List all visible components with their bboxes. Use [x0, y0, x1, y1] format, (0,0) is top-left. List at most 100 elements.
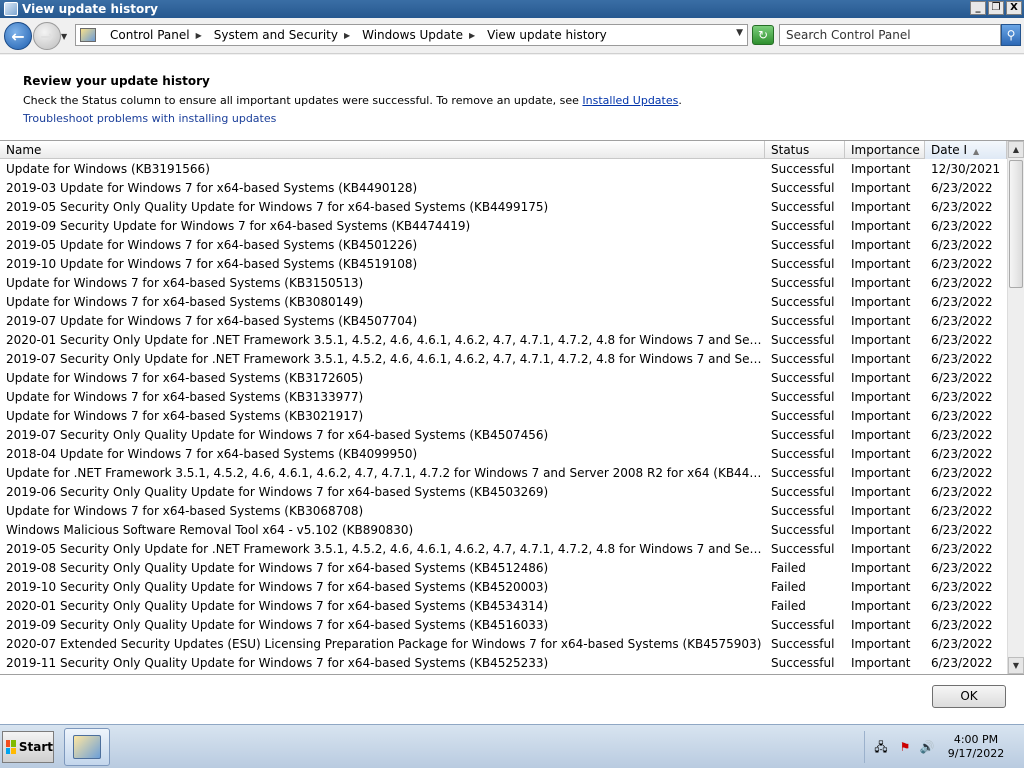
vertical-scrollbar[interactable]: ▲ ▼: [1007, 141, 1024, 674]
cell-status: Successful: [771, 542, 835, 556]
clock-date: 9/17/2022: [947, 747, 1005, 760]
chevron-right-icon[interactable]: ▶: [344, 31, 350, 40]
close-button[interactable]: X: [1006, 1, 1022, 15]
cell-date: 6/23/2022: [931, 352, 993, 366]
installed-updates-link[interactable]: Installed Updates: [582, 94, 678, 107]
cell-importance: Important: [851, 257, 911, 271]
search-button[interactable]: ⚲: [1001, 24, 1021, 46]
table-row[interactable]: 2019-07 Security Only Quality Update for…: [0, 426, 1007, 445]
table-row[interactable]: 2018-04 Update for Windows 7 for x64-bas…: [0, 445, 1007, 464]
cell-status: Failed: [771, 599, 806, 613]
control-panel-icon: [73, 735, 101, 759]
troubleshoot-link[interactable]: Troubleshoot problems with installing up…: [23, 112, 276, 125]
cell-date: 6/23/2022: [931, 409, 993, 423]
breadcrumb-item[interactable]: View update history: [487, 28, 607, 42]
taskbar: Start 🖧 ⚑ 🔊 4:00 PM 9/17/2022: [0, 724, 1024, 768]
table-row[interactable]: Windows Malicious Software Removal Tool …: [0, 521, 1007, 540]
table-row[interactable]: Update for Windows 7 for x64-based Syste…: [0, 369, 1007, 388]
cell-date: 6/23/2022: [931, 580, 993, 594]
cell-name: 2019-07 Security Only Update for .NET Fr…: [6, 352, 765, 366]
cell-name: 2019-05 Security Only Update for .NET Fr…: [6, 542, 765, 556]
restore-button[interactable]: ❐: [988, 1, 1004, 15]
cell-status: Successful: [771, 485, 835, 499]
cell-status: Successful: [771, 618, 835, 632]
table-row[interactable]: 2019-11 Security Only Quality Update for…: [0, 654, 1007, 673]
table-row[interactable]: 2019-05 Security Only Quality Update for…: [0, 198, 1007, 217]
table-row[interactable]: Update for Windows 7 for x64-based Syste…: [0, 388, 1007, 407]
table-row[interactable]: 2019-07 Security Only Update for .NET Fr…: [0, 350, 1007, 369]
back-button[interactable]: ←: [4, 22, 32, 50]
action-center-icon[interactable]: ⚑: [897, 740, 913, 755]
cell-importance: Important: [851, 618, 911, 632]
cell-date: 6/23/2022: [931, 599, 993, 613]
table-row[interactable]: 2019-10 Security Only Quality Update for…: [0, 578, 1007, 597]
refresh-icon: ↻: [757, 28, 769, 42]
table-row[interactable]: 2020-01 Security Only Update for .NET Fr…: [0, 331, 1007, 350]
search-input[interactable]: Search Control Panel: [779, 24, 1001, 46]
address-bar[interactable]: Control Panel ▶ System and Security ▶ Wi…: [75, 24, 748, 46]
ok-button[interactable]: OK: [932, 685, 1006, 708]
cell-name: 2019-10 Update for Windows 7 for x64-bas…: [6, 257, 418, 271]
taskbar-item-control-panel[interactable]: [64, 728, 110, 766]
breadcrumb-item[interactable]: Control Panel ▶: [110, 28, 208, 42]
chevron-right-icon[interactable]: ▶: [196, 31, 202, 40]
column-header-status[interactable]: Status: [765, 141, 845, 159]
cell-date: 6/23/2022: [931, 542, 993, 556]
table-row[interactable]: Update for Windows 7 for x64-based Syste…: [0, 274, 1007, 293]
table-row[interactable]: 2019-07 Update for Windows 7 for x64-bas…: [0, 312, 1007, 331]
cell-importance: Important: [851, 542, 911, 556]
chevron-down-icon[interactable]: ▼: [736, 28, 743, 38]
cell-date: 6/23/2022: [931, 523, 993, 537]
table-row[interactable]: 2019-06 Security Only Quality Update for…: [0, 483, 1007, 502]
cell-name: 2020-01 Security Only Update for .NET Fr…: [6, 333, 765, 347]
cell-name: 2019-05 Update for Windows 7 for x64-bas…: [6, 238, 418, 252]
table-row[interactable]: 2019-09 Security Update for Windows 7 fo…: [0, 217, 1007, 236]
forward-button[interactable]: →: [33, 22, 61, 50]
table-row[interactable]: Update for .NET Framework 3.5.1, 4.5.2, …: [0, 464, 1007, 483]
recent-pages-dropdown[interactable]: ▼: [61, 32, 67, 41]
cell-importance: Important: [851, 447, 911, 461]
minimize-button[interactable]: _: [970, 1, 986, 15]
cell-status: Successful: [771, 181, 835, 195]
table-row[interactable]: 2020-07 Extended Security Updates (ESU) …: [0, 635, 1007, 654]
table-row[interactable]: 2019-09 Security Only Quality Update for…: [0, 616, 1007, 635]
scroll-up-button[interactable]: ▲: [1008, 141, 1024, 158]
table-row[interactable]: 2019-03 Update for Windows 7 for x64-bas…: [0, 179, 1007, 198]
table-row[interactable]: 2019-05 Update for Windows 7 for x64-bas…: [0, 236, 1007, 255]
volume-icon[interactable]: 🔊: [919, 740, 935, 755]
cell-importance: Important: [851, 428, 911, 442]
table-row[interactable]: Update for Windows 7 for x64-based Syste…: [0, 293, 1007, 312]
start-button[interactable]: Start: [2, 731, 54, 763]
cell-status: Successful: [771, 428, 835, 442]
cell-date: 6/23/2022: [931, 447, 993, 461]
table-row[interactable]: Update for Windows (KB3191566) Successful…: [0, 160, 1007, 179]
refresh-button[interactable]: ↻: [752, 25, 774, 45]
address-toolbar: ← → ▼ Control Panel ▶ System and Securit…: [0, 18, 1024, 54]
cell-importance: Important: [851, 599, 911, 613]
cell-status: Successful: [771, 409, 835, 423]
table-row[interactable]: 2020-01 Security Only Quality Update for…: [0, 597, 1007, 616]
chevron-right-icon[interactable]: ▶: [469, 31, 475, 40]
table-row[interactable]: Update for Windows 7 for x64-based Syste…: [0, 502, 1007, 521]
cell-importance: Important: [851, 466, 911, 480]
cell-importance: Important: [851, 485, 911, 499]
network-icon[interactable]: 🖧: [873, 740, 889, 755]
table-row[interactable]: Update for Windows 7 for x64-based Syste…: [0, 407, 1007, 426]
cell-importance: Important: [851, 314, 911, 328]
table-row[interactable]: 2019-08 Security Only Quality Update for…: [0, 559, 1007, 578]
breadcrumb-item[interactable]: System and Security ▶: [214, 28, 356, 42]
table-body: Update for Windows (KB3191566) Successful…: [0, 160, 1007, 673]
sort-up-icon: ▲: [973, 147, 980, 156]
cell-date: 6/23/2022: [931, 637, 993, 651]
table-row[interactable]: 2019-10 Update for Windows 7 for x64-bas…: [0, 255, 1007, 274]
cell-date: 6/23/2022: [931, 295, 993, 309]
column-header-importance[interactable]: Importance: [845, 141, 925, 159]
cell-status: Successful: [771, 352, 835, 366]
table-row[interactable]: 2019-05 Security Only Update for .NET Fr…: [0, 540, 1007, 559]
scroll-thumb[interactable]: [1009, 160, 1023, 288]
clock[interactable]: 4:00 PM 9/17/2022: [935, 733, 1017, 761]
scroll-down-button[interactable]: ▼: [1008, 657, 1024, 674]
breadcrumb-item[interactable]: Windows Update ▶: [362, 28, 481, 42]
column-header-date[interactable]: Date I ▲: [925, 141, 1007, 159]
column-header-name[interactable]: Name: [0, 141, 765, 159]
